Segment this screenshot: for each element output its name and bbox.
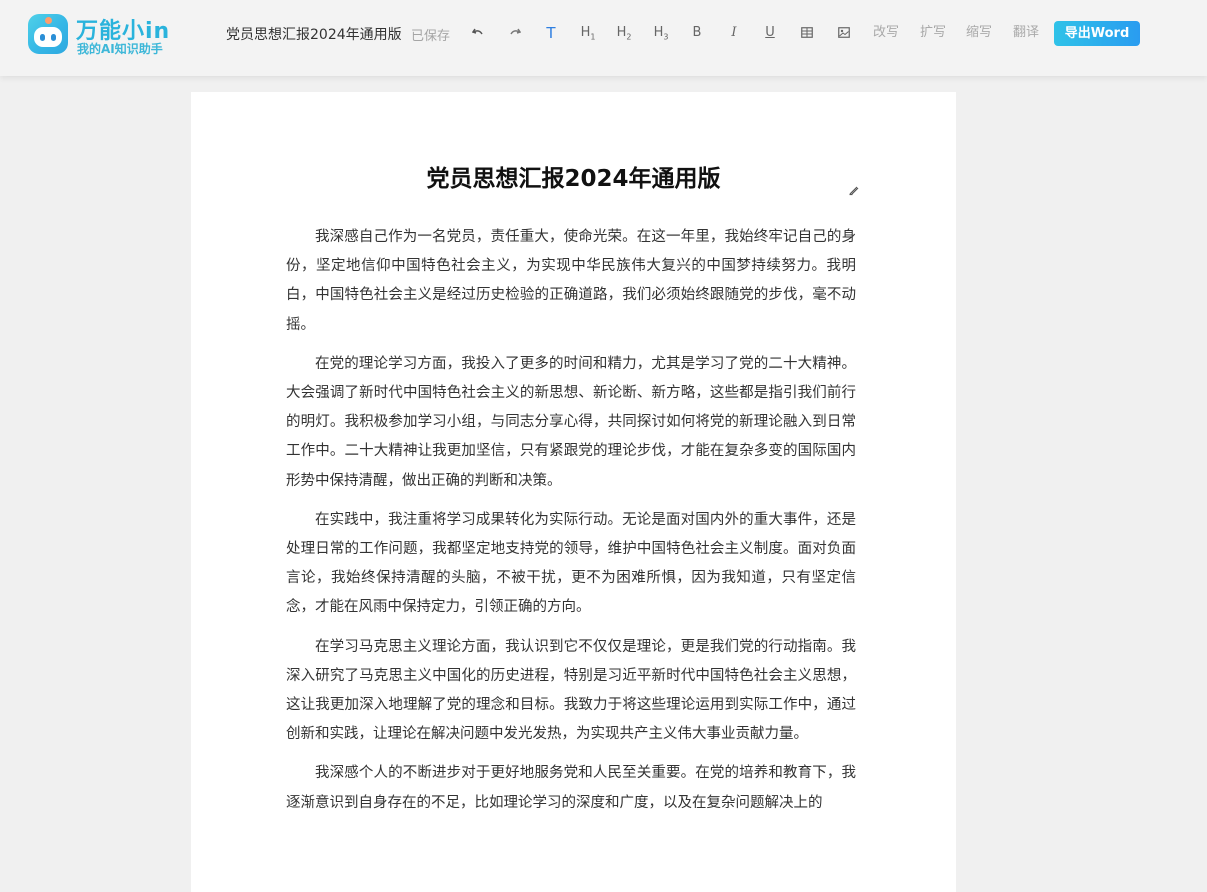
export-word-button[interactable]: 导出Word xyxy=(1054,21,1140,46)
undo-button[interactable] xyxy=(470,22,486,44)
heading2-sub: 2 xyxy=(626,32,632,42)
redo-button[interactable] xyxy=(507,22,523,44)
image-icon xyxy=(838,27,850,38)
italic-button[interactable]: I xyxy=(726,22,742,44)
heading2-label: H xyxy=(616,25,627,40)
heading1-button[interactable]: H1 xyxy=(578,22,598,44)
translate-button[interactable]: 翻译 xyxy=(1012,22,1040,44)
document-body[interactable]: 我深感自己作为一名党员，责任重大，使命光荣。在这一年里，我始终牢记自己的身份，坚… xyxy=(286,223,856,828)
edit-pencil-icon[interactable] xyxy=(848,181,862,196)
save-status: 已保存 xyxy=(411,29,451,44)
redo-icon xyxy=(510,28,522,34)
image-button[interactable] xyxy=(836,22,852,44)
paragraph[interactable]: 在党的理论学习方面，我投入了更多的时间和精力，尤其是学习了党的二十大精神。大会强… xyxy=(286,350,856,496)
heading3-sub: 3 xyxy=(663,32,669,42)
logo-subtitle: 我的AI知识助手 xyxy=(77,42,163,56)
text-style-button[interactable]: T xyxy=(542,22,560,44)
paragraph[interactable]: 我深感自己作为一名党员，责任重大，使命光荣。在这一年里，我始终牢记自己的身份，坚… xyxy=(286,223,856,340)
paragraph[interactable]: 我深感个人的不断进步对于更好地服务党和人民至关重要。在党的培养和教育下，我逐渐意… xyxy=(286,759,856,817)
paragraph[interactable]: 在实践中，我注重将学习成果转化为实际行动。无论是面对国内外的重大事件，还是处理日… xyxy=(286,506,856,623)
paragraph[interactable]: 在学习马克思主义理论方面，我认识到它不仅仅是理论，更是我们党的行动指南。我深入研… xyxy=(286,633,856,750)
document-title[interactable]: 党员思想汇报2024年通用版 xyxy=(191,159,956,193)
underline-button[interactable]: U xyxy=(762,22,778,44)
heading1-label: H xyxy=(580,25,591,40)
table-button[interactable] xyxy=(799,22,815,44)
heading3-label: H xyxy=(653,25,664,40)
app-logo[interactable]: 万能小in 我的AI知识助手 xyxy=(28,13,188,57)
undo-icon xyxy=(471,28,483,34)
top-toolbar: 万能小in 我的AI知识助手 党员思想汇报2024年通用版 已保存 T H1 H… xyxy=(0,0,1207,76)
shorten-button[interactable]: 缩写 xyxy=(965,22,993,44)
document-name[interactable]: 党员思想汇报2024年通用版 xyxy=(226,24,402,44)
document-page[interactable]: 党员思想汇报2024年通用版 我深感自己作为一名党员，责任重大，使命光荣。在这一… xyxy=(191,92,956,892)
heading1-sub: 1 xyxy=(590,32,596,42)
heading3-button[interactable]: H3 xyxy=(651,22,671,44)
expand-button[interactable]: 扩写 xyxy=(919,22,947,44)
robot-logo-icon xyxy=(28,14,68,54)
rewrite-button[interactable]: 改写 xyxy=(872,22,900,44)
bold-button[interactable]: B xyxy=(689,22,705,44)
table-icon xyxy=(801,27,813,38)
heading2-button[interactable]: H2 xyxy=(614,22,634,44)
